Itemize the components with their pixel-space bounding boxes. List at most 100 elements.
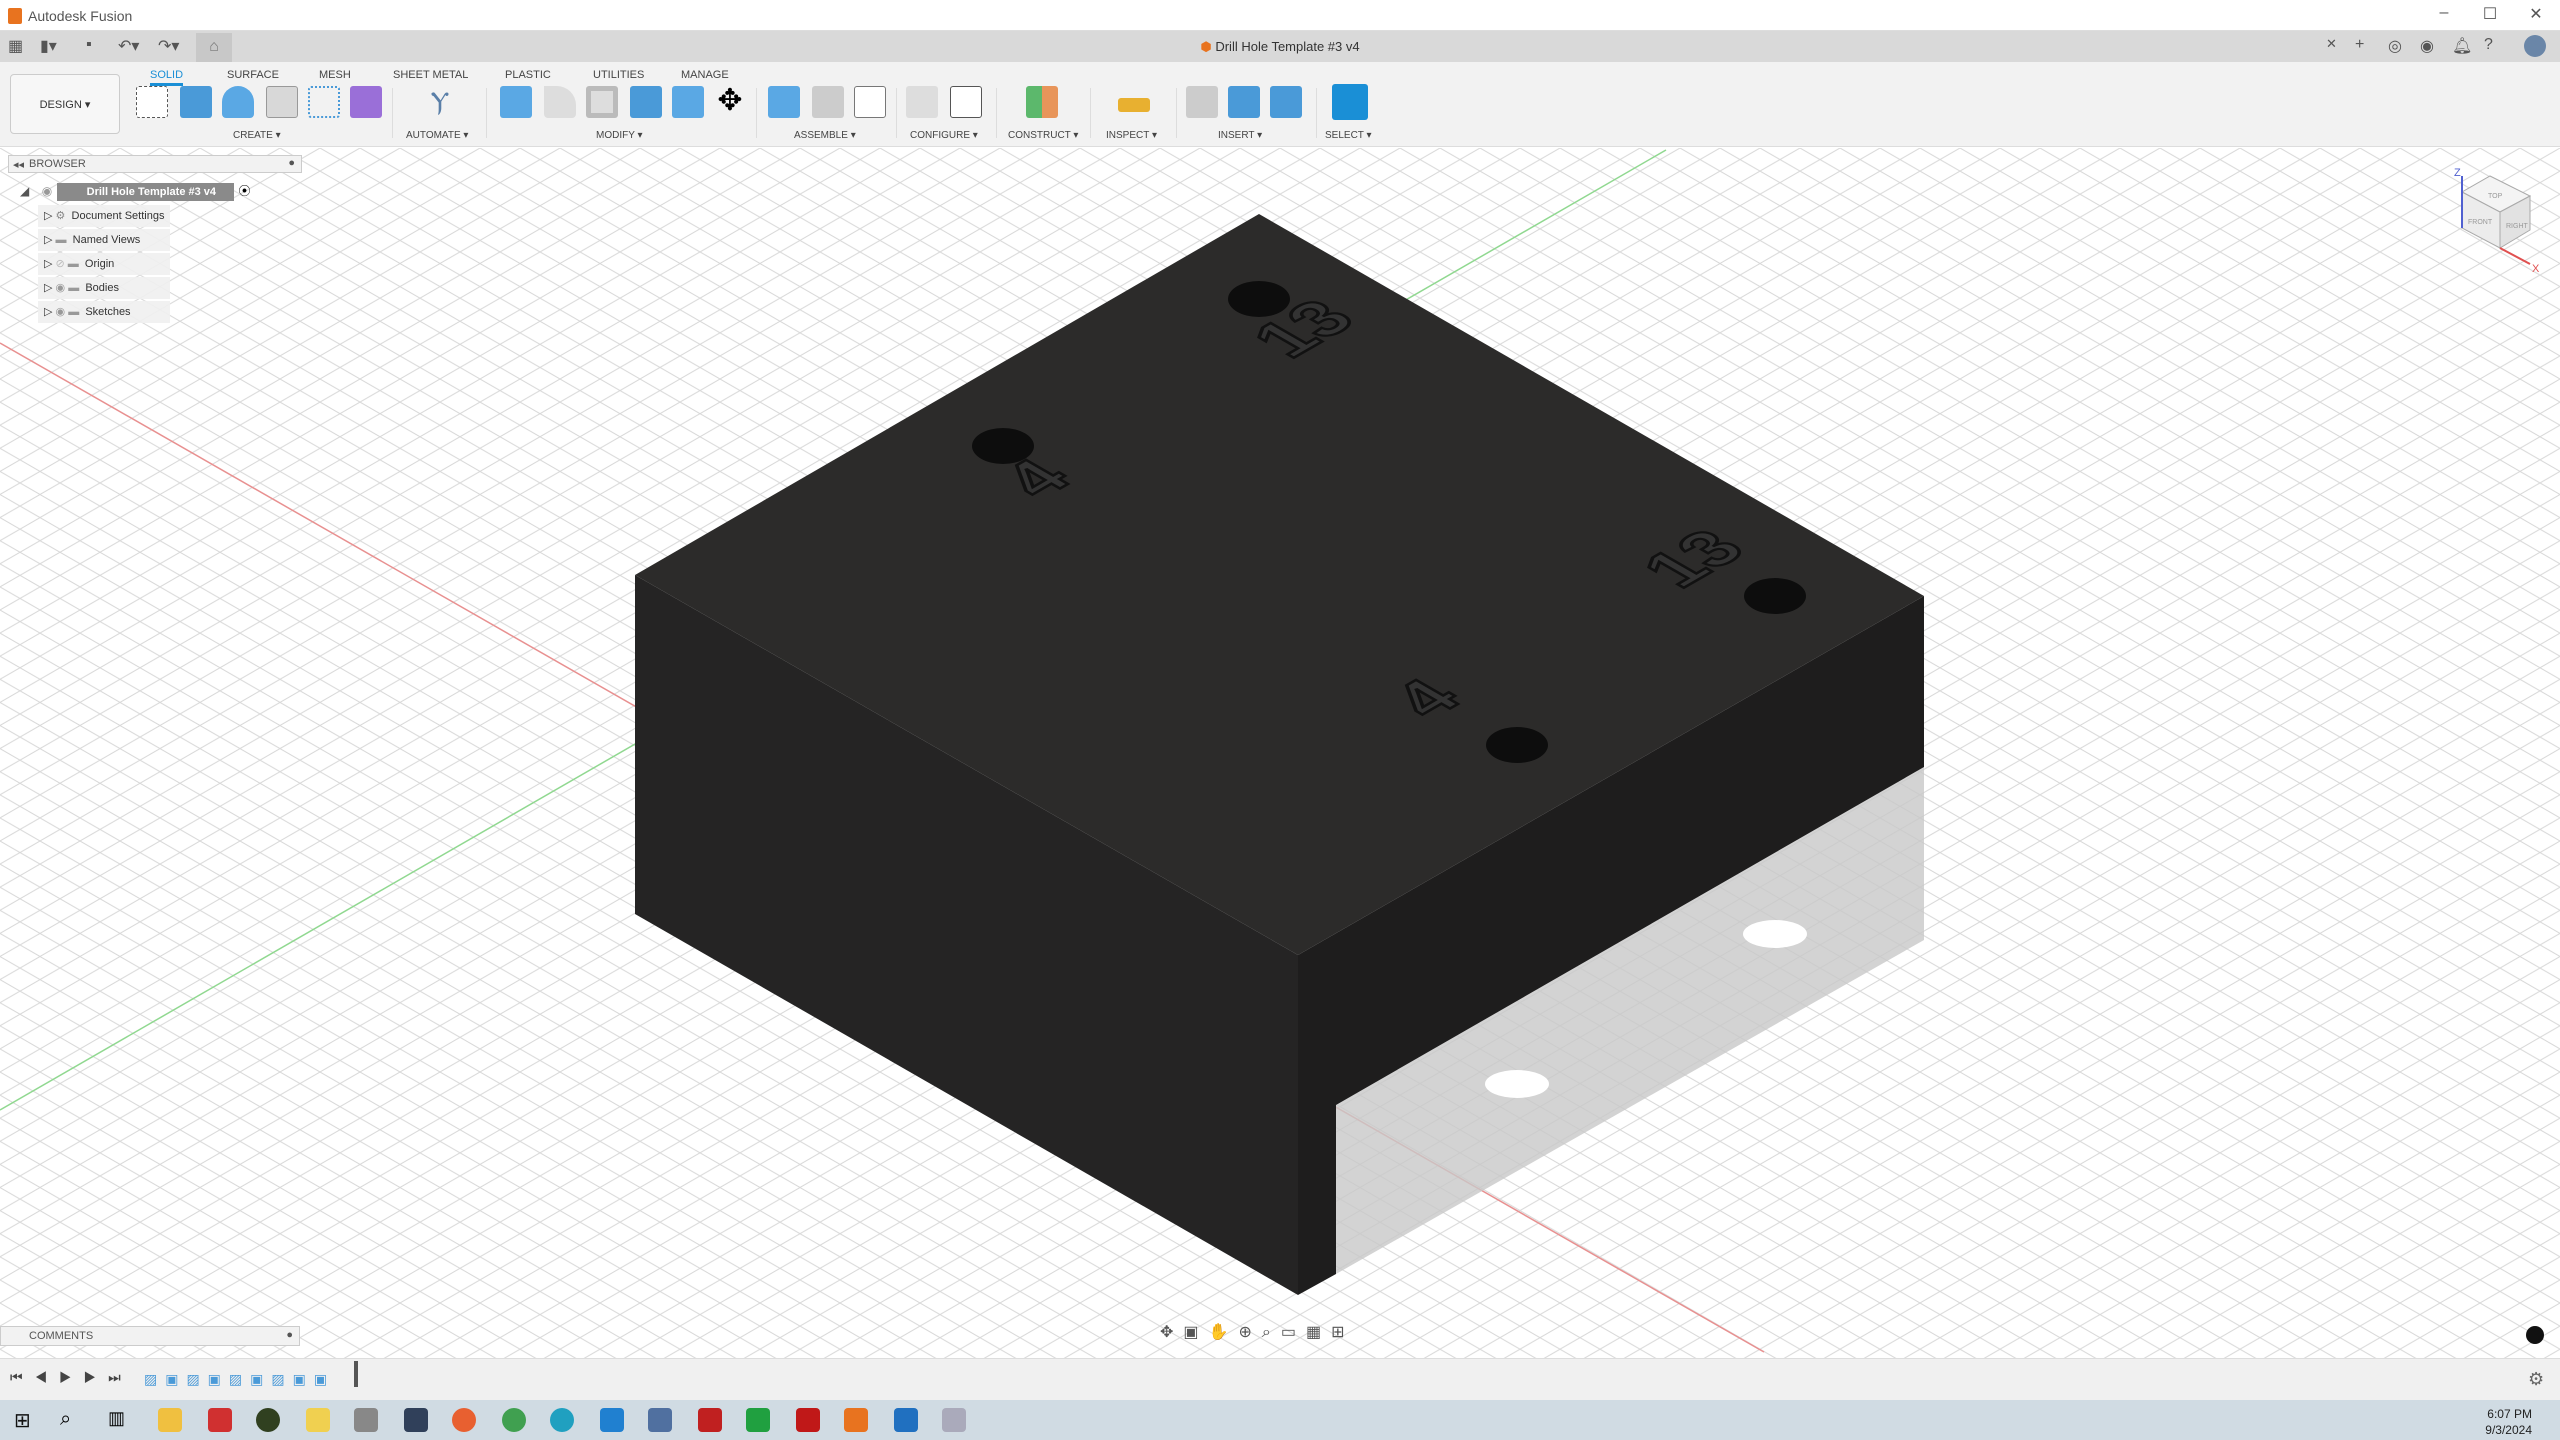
tab-manage[interactable]: MANAGE (681, 69, 729, 81)
eye-icon[interactable]: ◉ (56, 306, 66, 318)
eye-hidden-icon[interactable]: ⊘ (56, 258, 65, 270)
app-green-icon[interactable] (256, 1408, 280, 1432)
app-cube-icon[interactable] (404, 1408, 428, 1432)
app-es-icon[interactable] (208, 1408, 232, 1432)
press-pull-icon[interactable] (500, 86, 532, 118)
timeline-features[interactable]: ▨▣▨▣▨▣▨▣▣ (144, 1371, 335, 1388)
viewport[interactable]: 13 4 13 4 Z X TOP FRONT RIGHT (0, 148, 2560, 1358)
tab-mesh[interactable]: MESH (319, 69, 351, 81)
tab-utilities[interactable]: UTILITIES (593, 69, 644, 81)
previous-icon[interactable]: ◀ (35, 1369, 60, 1385)
pan-icon[interactable]: ✋ (1209, 1324, 1239, 1341)
select-icon[interactable] (1332, 84, 1368, 120)
firefox-icon[interactable] (452, 1408, 476, 1432)
edge-icon[interactable] (550, 1408, 574, 1432)
grid-settings-icon[interactable]: ▦ (1306, 1324, 1331, 1341)
automate-icon[interactable]: Ⲩ (424, 86, 456, 118)
create-menu[interactable]: CREATE ▾ (233, 130, 281, 141)
tab-solid[interactable]: SOLID (150, 69, 184, 86)
combine-icon[interactable] (630, 86, 662, 118)
zoom-icon[interactable]: ⊕ (1238, 1324, 1261, 1341)
construct-plane-icon[interactable] (1026, 86, 1058, 118)
modify-menu[interactable]: MODIFY ▾ (596, 130, 643, 141)
activate-icon[interactable]: ⦿ (238, 184, 250, 198)
app-people-icon[interactable] (648, 1408, 672, 1432)
bom-icon[interactable] (854, 86, 886, 118)
next-icon[interactable]: ▶ (84, 1369, 109, 1385)
create-sketch-icon[interactable] (136, 86, 168, 118)
workspace-selector[interactable]: DESIGN ▾ (10, 74, 120, 134)
insert-derive-icon[interactable] (1186, 86, 1218, 118)
inspect-menu[interactable]: INSPECT ▾ (1106, 130, 1157, 141)
app-notes-icon[interactable] (306, 1408, 330, 1432)
configure-menu[interactable]: CONFIGURE ▾ (910, 130, 978, 141)
eye-icon[interactable]: ◉ (56, 282, 66, 294)
play-icon[interactable]: ▶ (59, 1369, 84, 1385)
minimize-button[interactable]: – (2424, 4, 2464, 22)
close-window-button[interactable]: ✕ (2516, 4, 2556, 24)
tab-sheet-metal[interactable]: SHEET METAL (393, 69, 468, 81)
job-status-icon[interactable]: ◉ (2420, 36, 2434, 56)
new-tab-icon[interactable]: + (2355, 36, 2364, 54)
extrude-icon[interactable] (180, 86, 212, 118)
browser-item-origin[interactable]: ▷ ⊘ ▬ Origin (38, 253, 171, 275)
viewcube-front[interactable]: FRONT (2468, 219, 2493, 226)
measure-icon[interactable] (1118, 98, 1150, 112)
pattern-icon[interactable] (308, 86, 340, 118)
browser-item-sketches[interactable]: ▷ ◉ ▬ Sketches (38, 301, 171, 323)
comments-pin-icon[interactable]: ● (286, 1329, 293, 1341)
move-icon[interactable]: ✥ (714, 86, 746, 118)
system-clock[interactable]: 6:07 PM 9/3/2024 (2485, 1406, 2532, 1438)
maximize-button[interactable]: ☐ (2470, 4, 2510, 24)
drill-hole[interactable] (1486, 727, 1548, 763)
form-icon[interactable] (350, 86, 382, 118)
timeline-marker[interactable] (354, 1361, 358, 1387)
app-c-icon[interactable] (894, 1408, 918, 1432)
split-body-icon[interactable] (672, 86, 704, 118)
assemble-menu[interactable]: ASSEMBLE ▾ (794, 130, 856, 141)
timeline-controls[interactable]: ⏮◀▶▶⏭ (10, 1369, 133, 1386)
app-misc-icon[interactable] (942, 1408, 966, 1432)
shell-icon[interactable] (586, 86, 618, 118)
fit-icon[interactable]: ⌕ (1262, 1324, 1281, 1341)
browser-item-bodies[interactable]: ▷ ◉ ▬ Bodies (38, 277, 171, 299)
browser-root[interactable]: ◢ ◉ Drill Hole Template #3 v4 ⦿ (20, 182, 251, 201)
insert-menu[interactable]: INSERT ▾ (1218, 130, 1262, 141)
hole-icon[interactable] (266, 86, 298, 118)
document-tab-title[interactable]: Drill Hole Template #3 v4 (1215, 39, 1359, 54)
automate-menu[interactable]: AUTOMATE ▾ (406, 130, 468, 141)
viewcube-right[interactable]: RIGHT (2506, 223, 2529, 230)
fillet-icon[interactable] (544, 86, 576, 118)
first-frame-icon[interactable]: ⏮ (10, 1369, 35, 1385)
collapse-browser-icon[interactable]: ◂◂ (13, 158, 24, 171)
insert-mcmaster-icon[interactable] (1228, 86, 1260, 118)
configure-icon[interactable] (906, 86, 938, 118)
start-icon[interactable]: ⊞ (14, 1408, 31, 1433)
task-view-icon[interactable]: ▥ (108, 1408, 125, 1429)
app-tool-icon[interactable] (354, 1408, 378, 1432)
chrome-icon[interactable] (502, 1408, 526, 1432)
viewcube-top[interactable]: TOP (2488, 193, 2503, 200)
browser-item-document-settings[interactable]: ▷ ⚙ Document Settings (38, 205, 171, 227)
acrobat-icon[interactable] (796, 1408, 820, 1432)
tab-plastic[interactable]: PLASTIC (505, 69, 551, 81)
drill-hole[interactable] (1744, 578, 1806, 614)
select-menu[interactable]: SELECT ▾ (1325, 130, 1372, 141)
vscode-icon[interactable] (600, 1408, 624, 1432)
collapse-triangle-icon[interactable]: ◢ (20, 184, 29, 198)
configuration-table-icon[interactable] (950, 86, 982, 118)
avatar[interactable] (2524, 35, 2546, 57)
orbit-icon[interactable]: ✥ (1160, 1324, 1183, 1341)
feedback-icon[interactable] (2526, 1326, 2544, 1344)
insert-canvas-icon[interactable] (1270, 86, 1302, 118)
new-component-icon[interactable] (768, 86, 800, 118)
last-frame-icon[interactable]: ⏭ (108, 1369, 133, 1385)
revolve-icon[interactable] (222, 86, 254, 118)
root-component-label[interactable]: Drill Hole Template #3 v4 (56, 183, 235, 201)
browser-item-named-views[interactable]: ▷ ▬ Named Views (38, 229, 171, 251)
filezilla-icon[interactable] (698, 1408, 722, 1432)
eye-icon[interactable]: ◉ (42, 184, 52, 198)
timeline-settings-icon[interactable]: ⚙ (2528, 1369, 2544, 1390)
viewports-icon[interactable]: ⊞ (1331, 1324, 1354, 1341)
extensions-icon[interactable]: ◎ (2388, 36, 2402, 56)
